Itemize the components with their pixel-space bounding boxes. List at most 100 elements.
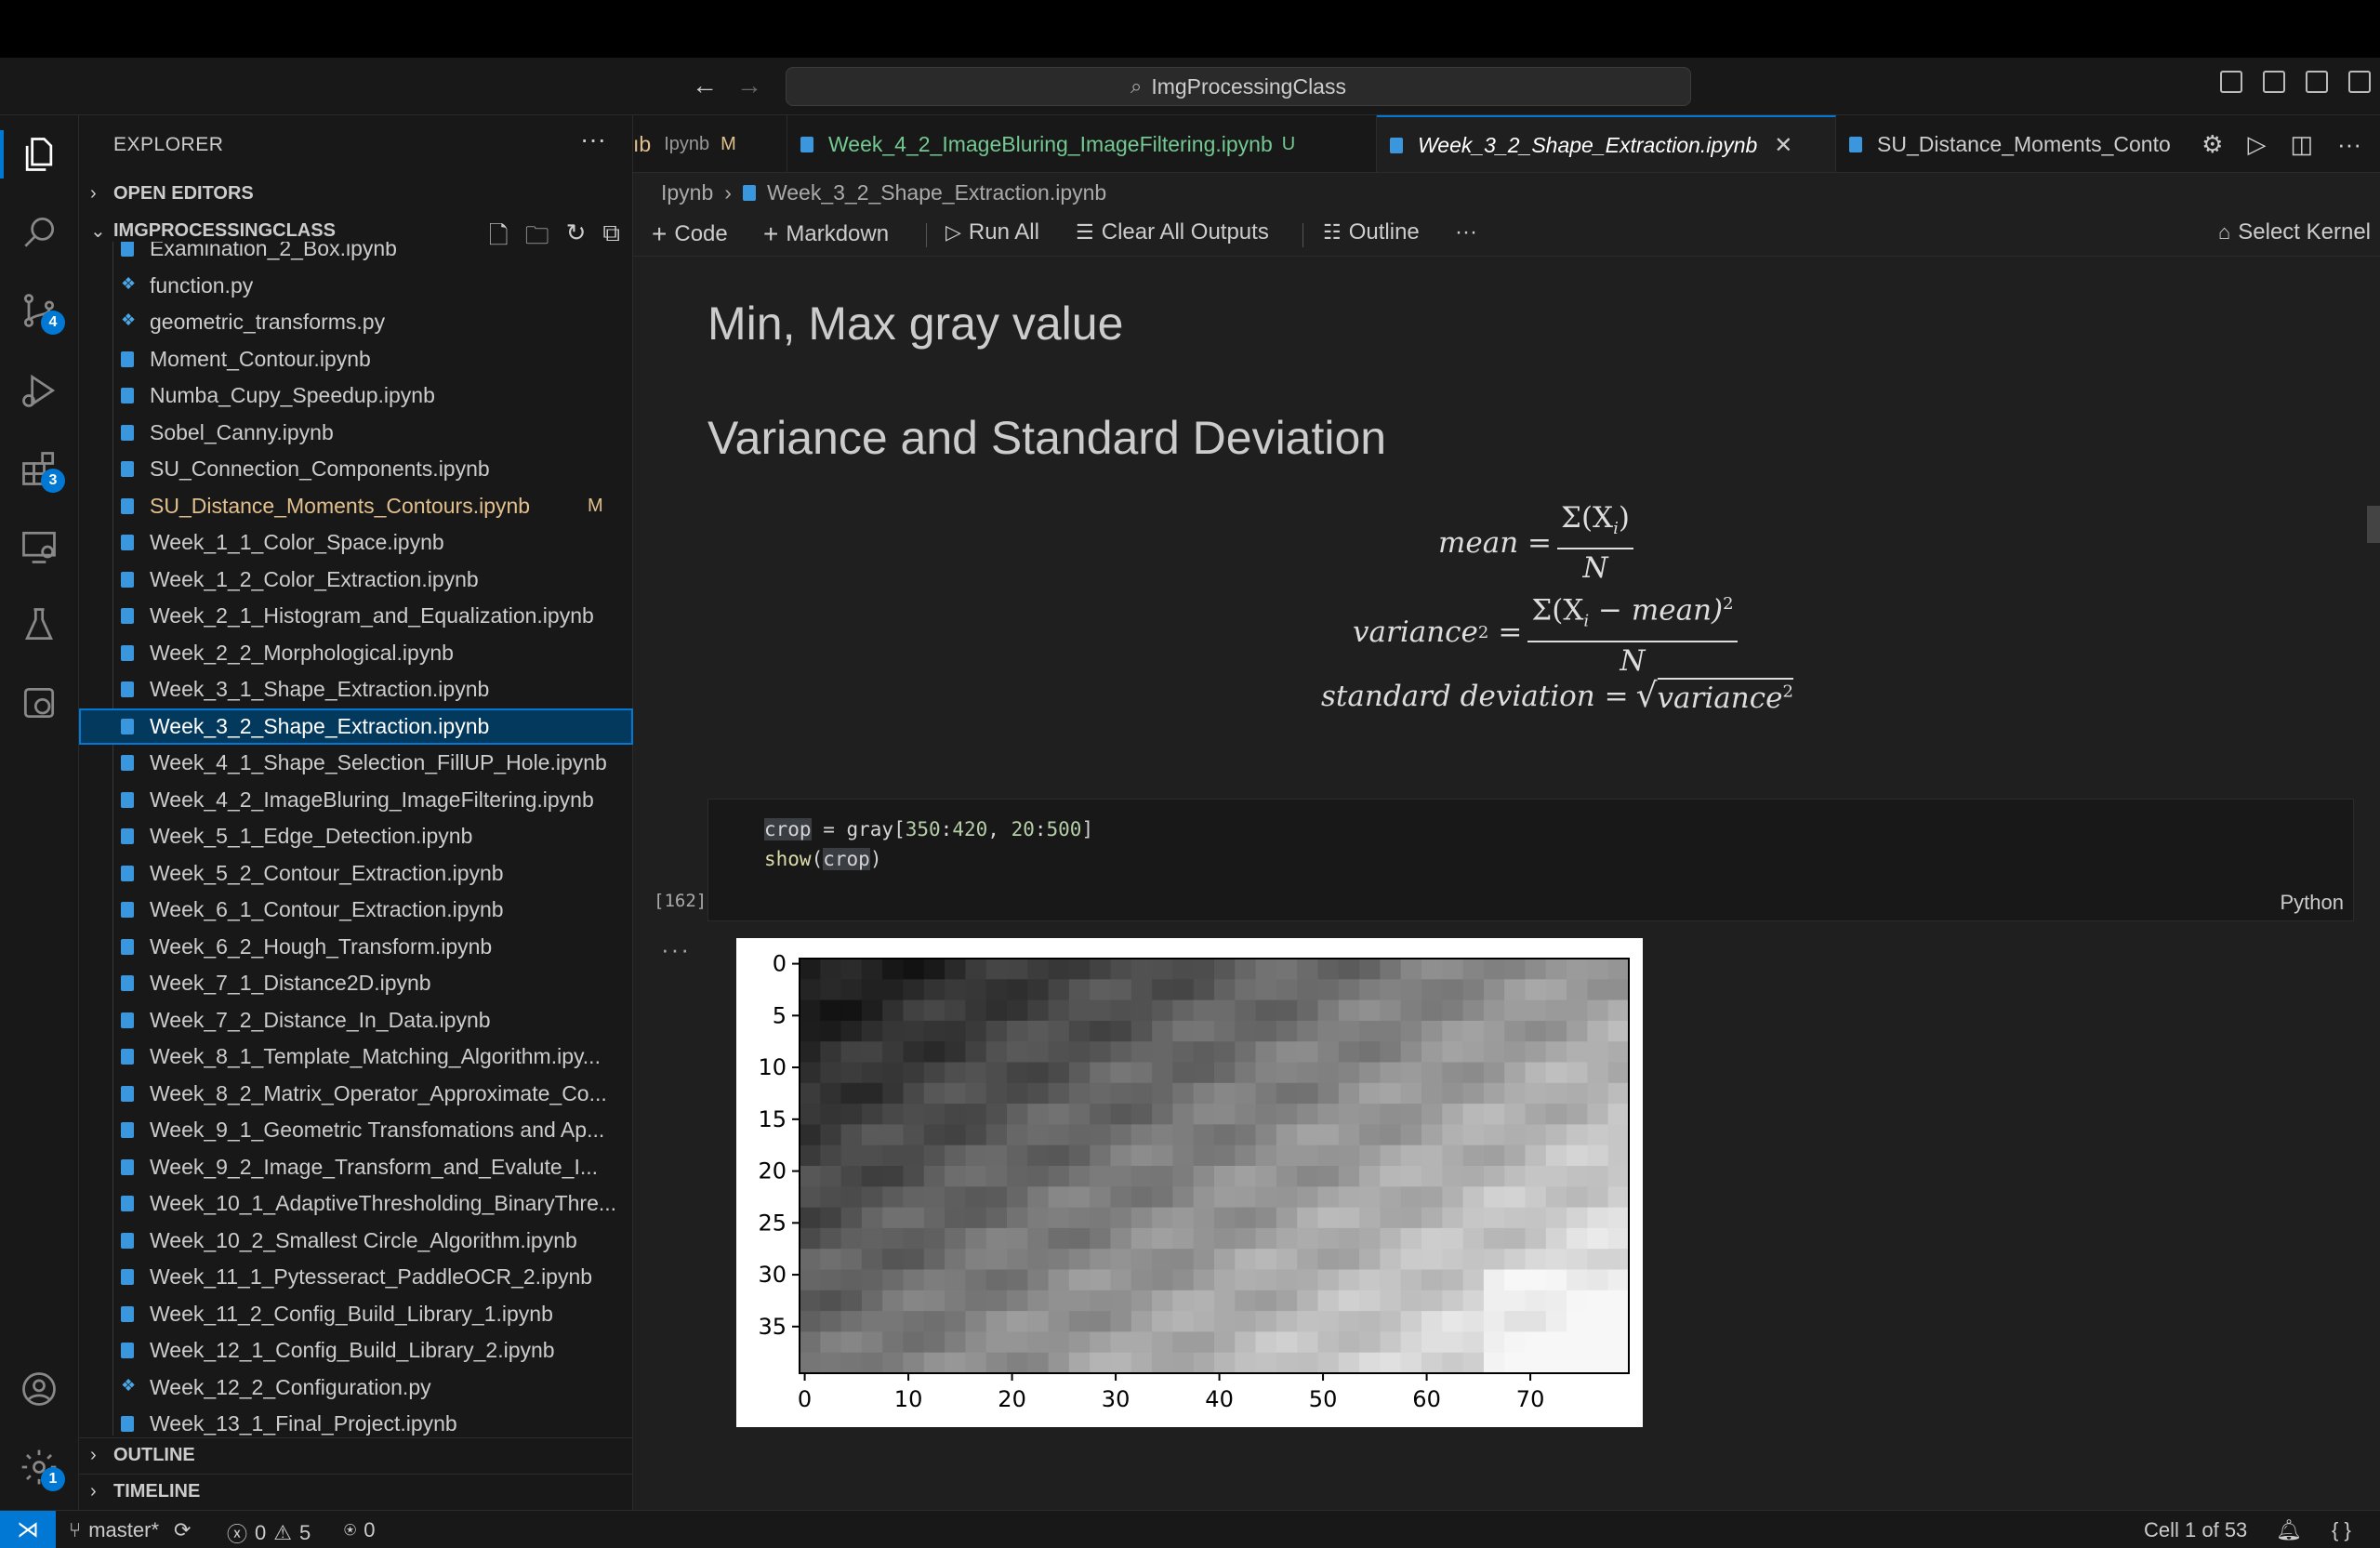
tab-su-distance[interactable]: SU_Distance_Moments_Conto: [1836, 115, 2227, 172]
explorer-icon[interactable]: [17, 132, 61, 177]
search-activity-icon[interactable]: [17, 210, 61, 255]
add-code-button[interactable]: + Code: [652, 219, 728, 249]
heatmap-cell: [1193, 999, 1215, 1022]
heatmap-cell: [1193, 1124, 1215, 1146]
notebook-file-icon: [121, 461, 134, 477]
file-item[interactable]: Week_6_1_Contour_Extraction.ipynb: [79, 892, 633, 928]
toggle-secondary-sidebar-icon[interactable]: [2306, 71, 2328, 93]
file-item[interactable]: Sobel_Canny.ipynb: [79, 415, 633, 451]
file-item[interactable]: Week_4_2_ImageBluring_ImageFiltering.ipy…: [79, 782, 633, 818]
heatmap-cell: [903, 1311, 925, 1332]
notifications-bell-icon[interactable]: 🔔︎: [2276, 1518, 2302, 1542]
file-item[interactable]: Week_9_1_Geometric Transfomations and Ap…: [79, 1112, 633, 1148]
testing-flask-icon[interactable]: [17, 602, 61, 647]
file-item[interactable]: Week_2_1_Histogram_and_Equalization.ipyn…: [79, 598, 633, 634]
cell-position[interactable]: Cell 1 of 53: [2144, 1518, 2247, 1542]
file-item[interactable]: Week_8_1_Template_Matching_Algorithm.ipy…: [79, 1039, 633, 1075]
breadcrumb-file[interactable]: Week_3_2_Shape_Extraction.ipynb: [767, 180, 1106, 205]
remote-explorer-icon[interactable]: [17, 524, 61, 569]
toggle-panel-icon[interactable]: [2263, 71, 2285, 93]
ports-status[interactable]: ⍟ 0: [344, 1518, 375, 1542]
timeline-section[interactable]: › TIMELINE: [79, 1474, 633, 1509]
customize-layout-icon[interactable]: [2348, 71, 2371, 93]
code-editor[interactable]: crop = gray[350:420, 20:500] show(crop): [764, 814, 1093, 874]
code-cell[interactable]: crop = gray[350:420, 20:500] show(crop) …: [707, 799, 2354, 921]
file-item[interactable]: Week_5_1_Edge_Detection.ipynb: [79, 818, 633, 854]
file-item[interactable]: Week_10_2_Smallest Circle_Algorithm.ipyn…: [79, 1223, 633, 1259]
file-item[interactable]: Week_2_2_Morphological.ipynb: [79, 635, 633, 671]
close-icon[interactable]: ✕: [1774, 132, 1792, 159]
file-item[interactable]: Week_3_1_Shape_Extraction.ipynb: [79, 671, 633, 708]
file-item[interactable]: Week_11_2_Config_Build_Library_1.ipynb: [79, 1296, 633, 1332]
select-kernel-button[interactable]: ⌂ Select Kernel: [2218, 219, 2371, 245]
heatmap-cell: [1607, 1331, 1630, 1354]
branch-status[interactable]: ⑂ master* ⟳: [69, 1518, 191, 1542]
feedback-icon[interactable]: { }: [2332, 1518, 2351, 1542]
file-item[interactable]: Week_9_2_Image_Transform_and_Evalute_I..…: [79, 1149, 633, 1185]
heatmap-cell: [1110, 959, 1132, 980]
file-item[interactable]: ❖ geometric_transforms.py: [79, 304, 633, 340]
scrollbar-thumb[interactable]: [2367, 506, 2380, 543]
source-control-icon[interactable]: 4: [17, 288, 65, 335]
file-item[interactable]: ❖ Week_12_2_Configuration.py: [79, 1369, 633, 1406]
tab-week-3-2-active[interactable]: Week_3_2_Shape_Extraction.ipynb ✕: [1377, 115, 1836, 172]
tab-ipynb-partial[interactable]: ıb Ipynb M: [633, 115, 787, 172]
run-all-button[interactable]: ▷ Run All: [945, 219, 1039, 245]
heatmap-cell: [840, 1269, 863, 1291]
command-center-search[interactable]: ⌕ ImgProcessingClass: [786, 67, 1691, 106]
accounts-icon[interactable]: [17, 1367, 61, 1411]
file-item[interactable]: Moment_Contour.ipynb: [79, 341, 633, 377]
file-item[interactable]: Week_13_1_Final_Project.ipynb: [79, 1406, 633, 1436]
variance-numerator-exponent: 2: [1723, 594, 1734, 614]
clear-outputs-button[interactable]: ☰ Clear All Outputs: [1076, 219, 1269, 245]
remote-indicator-icon[interactable]: ⋊: [0, 1511, 56, 1548]
file-item[interactable]: Week_7_2_Distance_In_Data.ipynb: [79, 1002, 633, 1039]
forward-arrow-icon[interactable]: →: [736, 71, 762, 100]
cell-language[interactable]: Python: [2281, 891, 2345, 915]
file-item[interactable]: Week_5_2_Contour_Extraction.ipynb: [79, 855, 633, 892]
file-item[interactable]: ❖ function.py: [79, 268, 633, 304]
file-item[interactable]: Week_4_1_Shape_Selection_FillUP_Hole.ipy…: [79, 745, 633, 781]
toggle-primary-sidebar-icon[interactable]: [2220, 71, 2242, 93]
file-item[interactable]: Week_1_2_Color_Extraction.ipynb: [79, 562, 633, 598]
gear-icon[interactable]: ⚙: [2202, 130, 2223, 159]
add-markdown-button[interactable]: + Markdown: [763, 219, 889, 249]
file-item[interactable]: Examination_2_Box.ipynb: [79, 242, 633, 267]
file-item[interactable]: Week_8_2_Matrix_Operator_Approximate_Co.…: [79, 1076, 633, 1112]
more-actions-icon[interactable]: ···: [2337, 130, 2361, 159]
heatmap-cell: [1359, 1104, 1381, 1125]
run-debug-icon[interactable]: [17, 368, 61, 413]
file-item[interactable]: Week_3_2_Shape_Extraction.ipynb: [79, 708, 633, 745]
tab-week-4-2[interactable]: Week_4_2_ImageBluring_ImageFiltering.ipy…: [787, 115, 1377, 172]
file-item[interactable]: Week_10_1_AdaptiveThresholding_BinaryThr…: [79, 1185, 633, 1222]
heatmap-cell: [1276, 1166, 1298, 1187]
file-item[interactable]: Week_1_1_Color_Space.ipynb: [79, 524, 633, 561]
breadcrumb-folder[interactable]: Ipynb: [661, 180, 713, 205]
heatmap-cell: [1545, 979, 1567, 1001]
heatmap-cell: [1442, 999, 1464, 1022]
outline-button[interactable]: ☷ Outline: [1323, 219, 1420, 245]
problems-status[interactable]: ⓧ 0 ⚠ 5: [227, 1518, 311, 1548]
containers-icon[interactable]: [17, 681, 61, 725]
file-item[interactable]: Numba_Cupy_Speedup.ipynb: [79, 377, 633, 414]
file-item[interactable]: Week_12_1_Config_Build_Library_2.ipynb: [79, 1332, 633, 1369]
file-item[interactable]: Week_6_2_Hough_Transform.ipynb: [79, 929, 633, 965]
outline-section[interactable]: › OUTLINE: [79, 1437, 633, 1473]
open-editors-section[interactable]: › OPEN EDITORS: [79, 176, 633, 211]
output-more-icon[interactable]: ···: [661, 935, 691, 964]
extensions-icon[interactable]: 3: [17, 446, 65, 493]
heatmap-cell: [840, 1020, 863, 1042]
toolbar-more-button[interactable]: ···: [1455, 219, 1477, 245]
heatmap-cell: [1110, 1166, 1132, 1187]
file-item[interactable]: Week_7_1_Distance2D.ipynb: [79, 965, 633, 1001]
manage-gear-icon[interactable]: 1: [17, 1445, 65, 1491]
file-item[interactable]: Week_11_1_Pytesseract_PaddleOCR_2.ipynb: [79, 1259, 633, 1295]
file-item[interactable]: SU_Connection_Components.ipynb: [79, 451, 633, 487]
run-icon[interactable]: ▷: [2247, 130, 2266, 159]
file-item[interactable]: SU_Distance_Moments_Contours.ipynb M: [79, 488, 633, 524]
split-editor-icon[interactable]: ◫: [2290, 130, 2313, 159]
heatmap-cell: [965, 1082, 987, 1105]
heatmap-cell: [1442, 979, 1464, 1001]
more-actions-icon[interactable]: ···: [580, 125, 606, 154]
back-arrow-icon[interactable]: ←: [692, 71, 718, 100]
